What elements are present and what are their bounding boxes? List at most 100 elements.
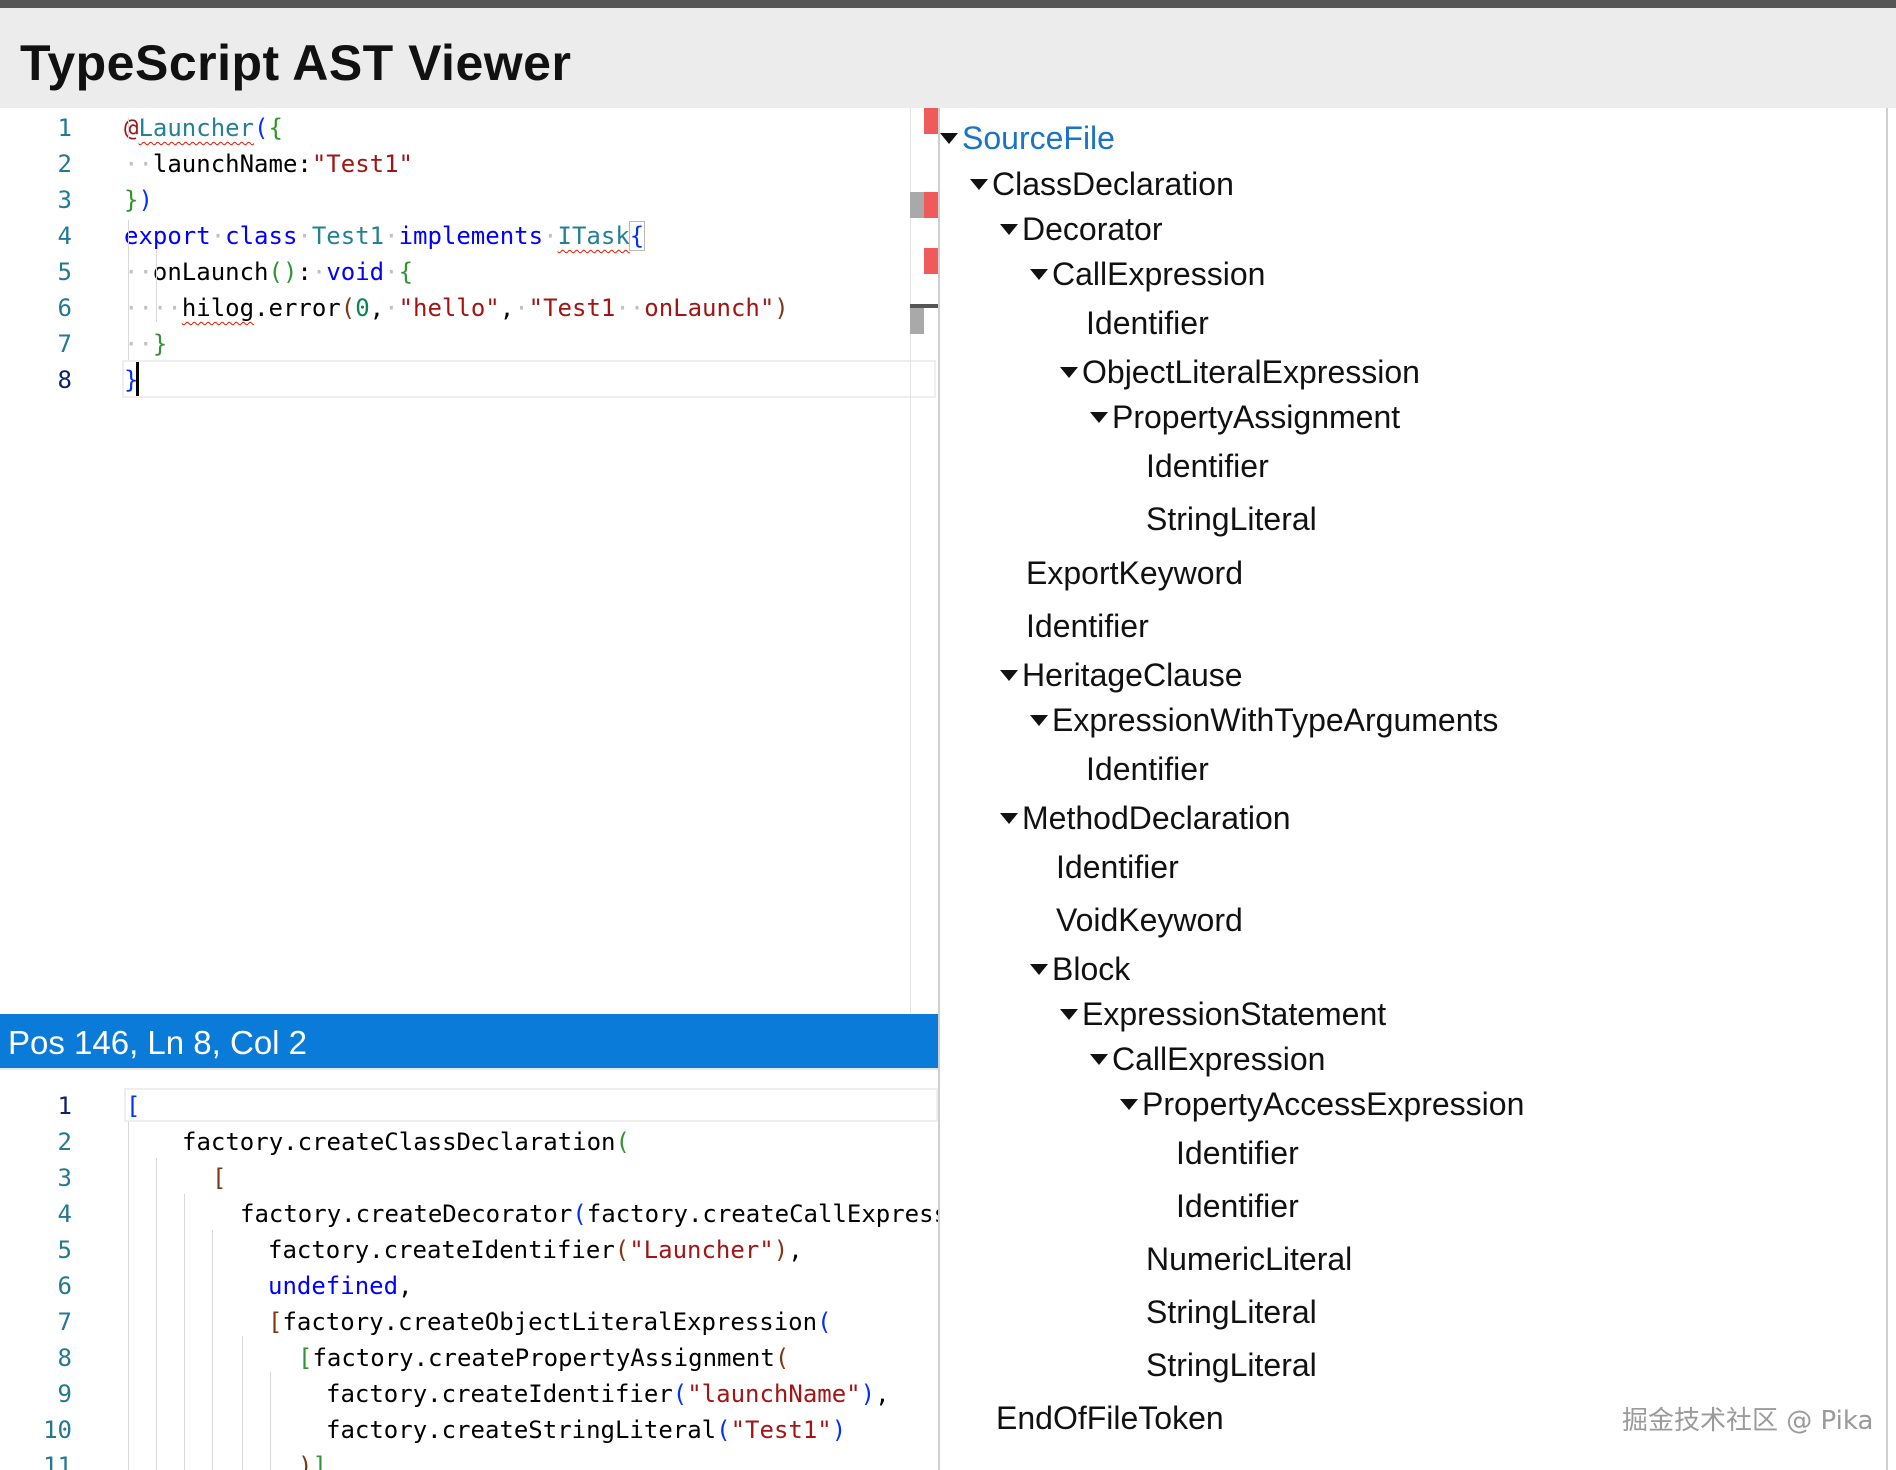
code-token: {: [268, 114, 283, 142]
code-token: export: [124, 222, 211, 250]
expand-triangle-icon[interactable]: [970, 179, 988, 191]
line-number: 10: [43, 1416, 72, 1444]
code-line: @Launcher({: [124, 110, 283, 146]
code-token: ··: [152, 294, 182, 322]
expand-triangle-icon[interactable]: [1030, 715, 1048, 727]
ast-node-label: StringLiteral: [1146, 501, 1317, 537]
code-token: ): [860, 1380, 876, 1408]
line-number: 1: [57, 114, 72, 142]
ast-node[interactable]: Identifier: [1176, 1133, 1299, 1173]
code-token: factory.createCallExpression: [586, 1200, 938, 1228]
code-token: ,: [875, 1380, 890, 1408]
ast-node[interactable]: VoidKeyword: [1056, 900, 1243, 940]
ast-node[interactable]: Identifier: [1176, 1186, 1299, 1226]
ast-node-label: StringLiteral: [1146, 1347, 1317, 1383]
code-token: (: [817, 1308, 832, 1336]
expand-triangle-icon[interactable]: [1120, 1099, 1138, 1111]
code-token: Launcher: [138, 114, 255, 142]
ast-node[interactable]: StringLiteral: [1146, 499, 1317, 539]
code-token: onLaunch": [644, 294, 775, 322]
ast-node[interactable]: StringLiteral: [1146, 1292, 1317, 1332]
ast-node[interactable]: HeritageClause: [1000, 655, 1243, 695]
ast-node[interactable]: ExpressionStatement: [1060, 994, 1386, 1034]
ast-node[interactable]: PropertyAccessExpression: [1120, 1084, 1524, 1124]
code-token: (: [672, 1380, 688, 1408]
expand-triangle-icon[interactable]: [1060, 367, 1078, 379]
expand-triangle-icon[interactable]: [1090, 412, 1108, 424]
indent-guide: [156, 250, 157, 322]
indent-guide: [156, 1158, 157, 1470]
ast-node[interactable]: EndOfFileToken: [996, 1398, 1224, 1438]
expand-triangle-icon[interactable]: [940, 133, 958, 145]
expand-triangle-icon[interactable]: [1000, 670, 1018, 682]
ast-node[interactable]: Decorator: [1000, 209, 1163, 249]
code-line: export·class·Test1·implements·ITask{: [124, 218, 646, 254]
code-token: 0: [355, 294, 370, 322]
ast-node-label: ExpressionStatement: [1082, 996, 1387, 1032]
code-editor[interactable]: 12345678 @Launcher({··launchName:"Test1"…: [0, 108, 938, 1014]
code-line: [: [212, 1160, 226, 1196]
window-top-strip: [0, 0, 1896, 8]
code-line: [factory.createObjectLiteralExpression(: [268, 1304, 832, 1340]
expand-triangle-icon[interactable]: [1000, 224, 1018, 236]
expand-triangle-icon[interactable]: [1060, 1009, 1078, 1021]
code-line: factory.createClassDeclaration(: [182, 1124, 630, 1160]
expand-triangle-icon[interactable]: [1090, 1054, 1108, 1066]
ast-node[interactable]: Block: [1030, 949, 1130, 989]
indent-guide: [128, 118, 129, 138]
code-token: ,: [398, 1272, 413, 1300]
line-number: 5: [57, 1236, 72, 1264]
code-token: (: [572, 1200, 587, 1228]
ast-node-label: Identifier: [1056, 849, 1179, 885]
ast-node[interactable]: Identifier: [1026, 606, 1149, 646]
ast-node[interactable]: Identifier: [1086, 749, 1209, 789]
line-number: 8: [57, 366, 72, 394]
code-line: ··launchName:"Test1": [124, 146, 413, 182]
line-number: 7: [57, 330, 72, 358]
ast-node[interactable]: PropertyAssignment: [1090, 397, 1400, 437]
code-token: factory.createPropertyAssignment: [312, 1344, 775, 1372]
ast-node[interactable]: Identifier: [1086, 303, 1209, 343]
factory-code-panel[interactable]: 1 2 3 4 5 6 7 8 9 10 11 [factory.createClassDeclar…: [0, 1068, 938, 1470]
code-token: (: [614, 1236, 630, 1264]
code-token: ): [831, 1416, 847, 1444]
code-token: ): [298, 1452, 313, 1470]
ast-node-label: ExpressionWithTypeArguments: [1052, 702, 1499, 738]
code-line: [factory.createPropertyAssignment(: [298, 1340, 789, 1376]
code-token: factory.createClassDeclaration: [182, 1128, 616, 1156]
ast-node[interactable]: CallExpression: [1090, 1039, 1325, 1079]
ast-node-label: EndOfFileToken: [996, 1400, 1224, 1436]
expand-triangle-icon[interactable]: [1000, 813, 1018, 825]
ast-node[interactable]: ObjectLiteralExpression: [1060, 352, 1420, 392]
code-token: [: [212, 1164, 227, 1192]
ast-node[interactable]: NumericLiteral: [1146, 1239, 1352, 1279]
expand-triangle-icon[interactable]: [1030, 964, 1048, 976]
ast-node[interactable]: StringLiteral: [1146, 1345, 1317, 1385]
line-number: 6: [57, 294, 72, 322]
ast-node[interactable]: ExportKeyword: [1026, 553, 1243, 593]
code-token: hilog: [181, 294, 255, 322]
expand-triangle-icon[interactable]: [1030, 269, 1048, 281]
code-token: :: [297, 258, 312, 286]
ast-node[interactable]: CallExpression: [1030, 254, 1265, 294]
code-line: ··}: [124, 326, 167, 362]
ast-node[interactable]: ClassDeclaration: [970, 164, 1234, 204]
code-token: ): [773, 1236, 789, 1264]
ast-node[interactable]: Identifier: [1146, 446, 1269, 486]
code-token: ,: [788, 1236, 803, 1264]
current-line-highlight: [124, 1088, 938, 1122]
line-number: 4: [57, 1200, 72, 1228]
ast-node-label: Identifier: [1026, 608, 1149, 644]
ast-node-label: Identifier: [1086, 305, 1209, 341]
ast-node[interactable]: MethodDeclaration: [1000, 798, 1291, 838]
ast-node[interactable]: Identifier: [1056, 847, 1179, 887]
ast-node-label: ExportKeyword: [1026, 555, 1243, 591]
code-token: ): [774, 294, 789, 322]
code-token: ·: [297, 222, 312, 250]
editor-scrollbar[interactable]: [910, 108, 911, 1014]
code-token: (: [774, 1344, 790, 1372]
ast-node[interactable]: SourceFile: [940, 118, 1115, 158]
ast-node-label: HeritageClause: [1022, 657, 1243, 693]
ast-node[interactable]: ExpressionWithTypeArguments: [1030, 700, 1498, 740]
code-token: undefined: [268, 1272, 399, 1300]
